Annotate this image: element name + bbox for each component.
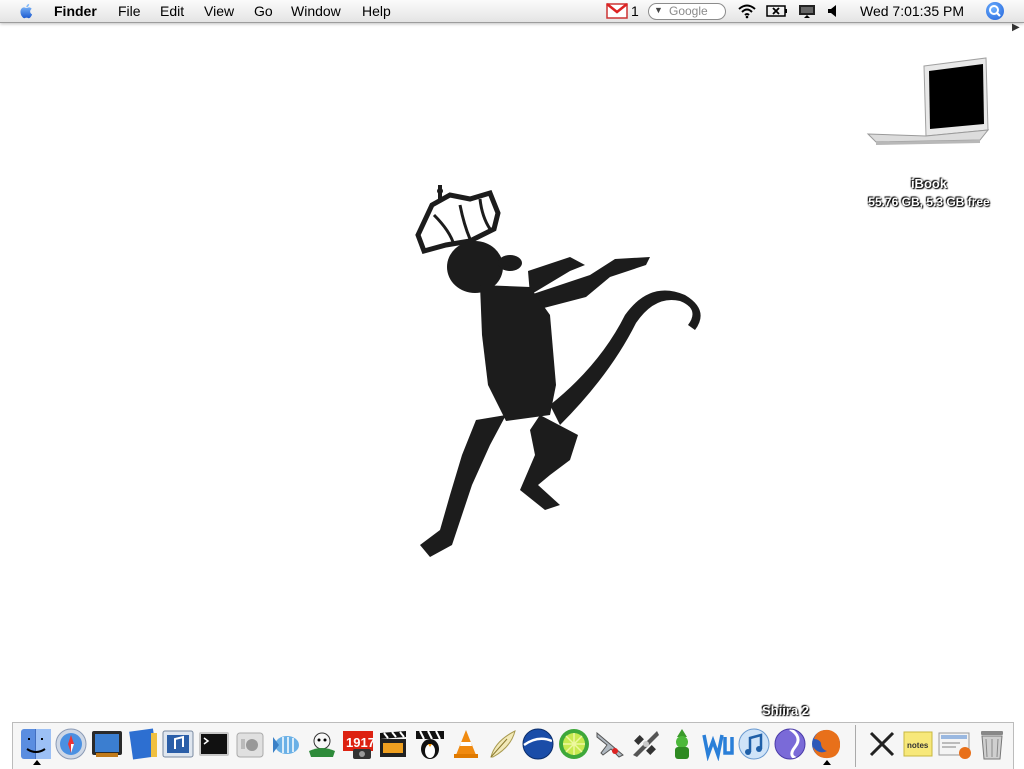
- app-menu-finder[interactable]: Finder: [54, 3, 97, 19]
- quill-icon[interactable]: [485, 727, 519, 763]
- shiira-icon[interactable]: [773, 727, 807, 763]
- photo-1917-icon[interactable]: 1917: [341, 727, 375, 763]
- penguin-clapper-icon[interactable]: [413, 727, 447, 763]
- apple-logo-icon[interactable]: [18, 2, 36, 20]
- gmail-icon[interactable]: [606, 3, 628, 19]
- green-character-icon[interactable]: [665, 727, 699, 763]
- dock: 1917 notes: [12, 722, 1014, 769]
- jet-fighter-icon[interactable]: [593, 727, 627, 763]
- terminal-icon[interactable]: [197, 727, 231, 763]
- spotlight-search-icon[interactable]: [986, 2, 1004, 20]
- google-earth-icon[interactable]: [521, 727, 555, 763]
- firefox-icon[interactable]: [809, 727, 843, 765]
- clapperboard-icon[interactable]: [377, 727, 411, 763]
- running-indicator: [823, 760, 831, 765]
- svg-text:1917: 1917: [346, 735, 375, 750]
- ibook-laptop-icon: [866, 57, 990, 145]
- crowned-monkey-silhouette: [415, 185, 701, 557]
- screen-icon[interactable]: [90, 727, 124, 763]
- notes-icon[interactable]: notes: [901, 727, 935, 763]
- toast-icon[interactable]: [305, 727, 339, 763]
- google-search-field[interactable]: ▼ Google: [648, 3, 726, 20]
- menu-file[interactable]: File: [118, 3, 141, 19]
- search-menu-triangle-icon[interactable]: ▼: [654, 5, 663, 15]
- lime-icon[interactable]: [557, 727, 591, 763]
- dock-hover-label: Shiira 2: [762, 703, 809, 718]
- itunes-window-icon[interactable]: [161, 727, 195, 763]
- menu-view[interactable]: View: [204, 3, 234, 19]
- wifi-icon[interactable]: [737, 3, 757, 19]
- battery-icon[interactable]: [766, 3, 788, 19]
- blue-book-icon[interactable]: [126, 727, 160, 763]
- menu-help[interactable]: Help: [362, 3, 391, 19]
- firefox-docs-icon[interactable]: [937, 727, 973, 763]
- menu-go[interactable]: Go: [254, 3, 273, 19]
- wu-logo-icon[interactable]: [701, 727, 735, 763]
- menu-bar: Finder File Edit View Go Window Help 1 ▼…: [0, 0, 1024, 23]
- running-indicator: [33, 760, 41, 765]
- spaceship-icon[interactable]: [629, 727, 663, 763]
- drive-name: iBook: [910, 176, 948, 191]
- menubar-overflow-arrow-icon[interactable]: ▶: [1012, 22, 1024, 34]
- apple-gray-icon[interactable]: [233, 727, 267, 763]
- vlc-cone-icon[interactable]: [449, 727, 483, 763]
- drive-capacity: 55.76 GB, 5.3 GB free: [868, 195, 990, 209]
- google-search-placeholder: Google: [669, 4, 708, 18]
- safari-compass-icon[interactable]: [54, 727, 88, 763]
- menu-edit[interactable]: Edit: [160, 3, 184, 19]
- x11-icon[interactable]: [865, 727, 899, 763]
- dock-separator: [855, 725, 856, 767]
- fish-icon[interactable]: [269, 727, 303, 763]
- notes-label: notes: [907, 741, 929, 750]
- menu-window[interactable]: Window: [291, 3, 341, 19]
- itunes-icon[interactable]: [737, 727, 771, 763]
- trash-icon[interactable]: [975, 727, 1009, 763]
- menubar-clock[interactable]: Wed 7:01:35 PM: [860, 3, 964, 19]
- gmail-unread-count: 1: [631, 3, 639, 19]
- finder-icon[interactable]: [19, 727, 53, 765]
- volume-icon[interactable]: [826, 3, 840, 19]
- display-icon[interactable]: [797, 3, 817, 19]
